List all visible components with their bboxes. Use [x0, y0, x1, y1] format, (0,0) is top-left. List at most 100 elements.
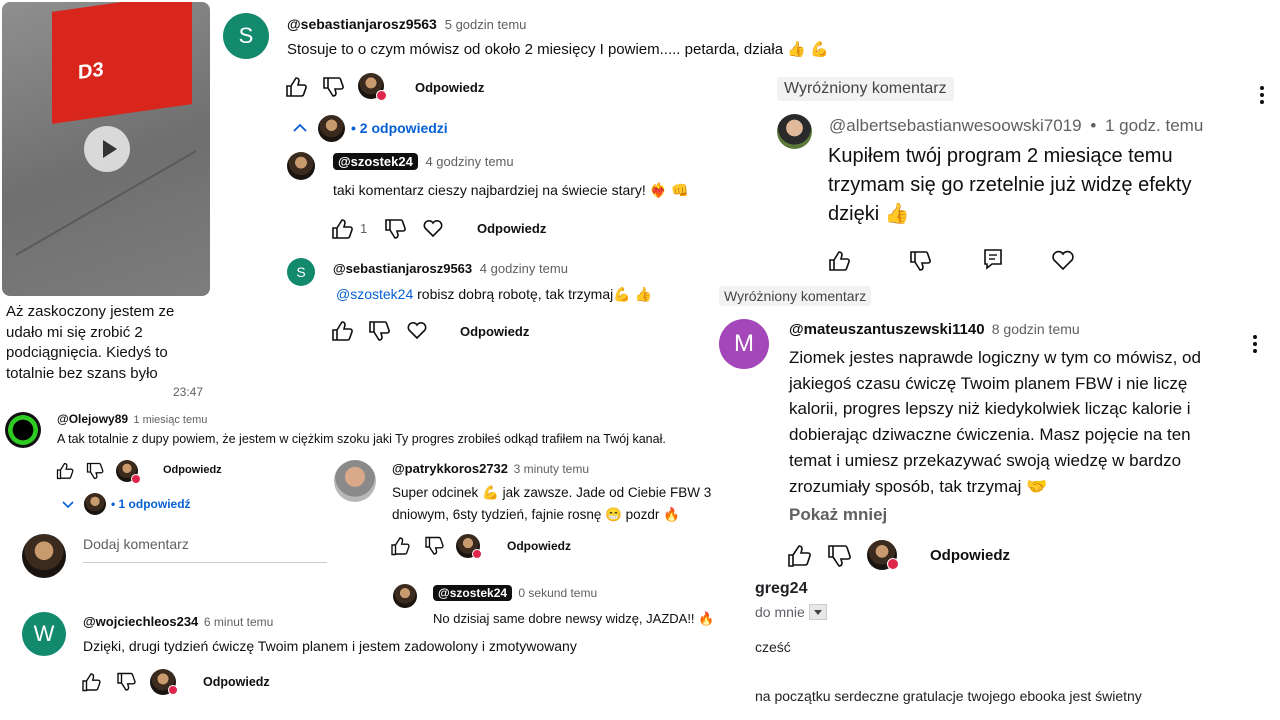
- avatar-patryk[interactable]: [334, 460, 376, 502]
- pinned-header: @albertsebastianwesoowski7019 • 1 godz. …: [829, 116, 1204, 135]
- email-sender[interactable]: greg24: [755, 580, 807, 598]
- comment-time: 1 miesiąc temu: [133, 414, 208, 426]
- reply-button[interactable]: Odpowiedz: [163, 464, 222, 476]
- like-icon[interactable]: [331, 218, 355, 240]
- video-time: 23:47: [173, 385, 204, 399]
- comment-username[interactable]: @wojciechleos234: [83, 614, 198, 629]
- more-vert-icon[interactable]: [1258, 84, 1266, 106]
- reply-username[interactable]: @sebastianjarosz9563: [333, 261, 472, 276]
- play-icon: [103, 140, 117, 158]
- current-user-avatar: [22, 534, 66, 578]
- reply-time: 0 sekund temu: [518, 586, 598, 600]
- creator-badge[interactable]: @szostek24: [433, 585, 513, 601]
- like-icon[interactable]: [285, 76, 309, 98]
- comment-text: Dzięki, drugi tydzień ćwiczę Twoim plane…: [83, 638, 577, 654]
- comment-username[interactable]: @sebastianjarosz9563: [287, 16, 437, 32]
- pinned-username[interactable]: @mateuszantuszewski1140: [789, 321, 985, 338]
- avatar-olejowy[interactable]: [5, 412, 41, 448]
- comment-header: @wojciechleos234 6 minut temu: [83, 614, 273, 629]
- dropdown-arrow-icon[interactable]: [808, 604, 827, 620]
- red-plyo-box: D3: [52, 2, 192, 124]
- comment-header: @patrykkoros2732 3 minuty temu: [392, 461, 589, 476]
- reply-avatar[interactable]: [393, 584, 417, 608]
- video-caption: Aż zaskoczony jestem ze udało mi się zro…: [6, 303, 175, 382]
- dislike-icon[interactable]: [322, 76, 346, 98]
- dislike-icon[interactable]: [116, 672, 138, 692]
- more-vert-icon[interactable]: [1251, 333, 1259, 355]
- dislike-icon[interactable]: [384, 218, 408, 240]
- pinned-header: @mateuszantuszewski1140 8 godzin temu: [789, 321, 1080, 338]
- like-count: 1: [360, 221, 368, 236]
- reply-button[interactable]: Odpowiedz: [477, 221, 546, 236]
- reply-button[interactable]: Odpowiedz: [203, 675, 270, 689]
- comment-username[interactable]: @Olejowy89: [57, 412, 128, 426]
- dislike-icon[interactable]: [368, 320, 392, 342]
- reply-button[interactable]: Odpowiedz: [415, 80, 484, 95]
- replies-toggle[interactable]: • 1 odpowiedź: [60, 492, 191, 516]
- reply-header: @szostek24 4 godziny temu: [333, 153, 514, 170]
- like-icon[interactable]: [390, 536, 412, 556]
- dislike-icon[interactable]: [827, 544, 853, 568]
- comment-time: 6 minut temu: [203, 615, 274, 629]
- replies-count: • 1 odpowiedź: [111, 497, 191, 511]
- dislike-icon[interactable]: [909, 250, 933, 272]
- heart-outline-icon[interactable]: [422, 217, 444, 239]
- like-icon[interactable]: [828, 250, 852, 272]
- comment-text: A tak totalnie z dupy powiem, że jestem …: [57, 432, 666, 446]
- reply-time: 4 godziny temu: [479, 261, 568, 276]
- comment-header: @Olejowy89 1 miesiąc temu: [57, 412, 207, 426]
- reply-button[interactable]: Odpowiedz: [930, 547, 1010, 564]
- add-comment-input[interactable]: Dodaj komentarz: [83, 536, 327, 563]
- chevron-up-icon: [293, 123, 307, 132]
- reply-text: taki komentarz cieszy najbardziej na świ…: [333, 182, 689, 198]
- pinned-time: 8 godzin temu: [991, 321, 1080, 337]
- avatar-s[interactable]: S: [223, 13, 269, 59]
- replies-toggle[interactable]: • 2 odpowiedzi: [290, 114, 448, 142]
- avatar-w[interactable]: W: [22, 612, 66, 656]
- reply-header: @szostek24 0 sekund temu: [433, 585, 598, 601]
- comment-header: @sebastianjarosz9563 5 godzin temu: [287, 16, 526, 32]
- dislike-icon[interactable]: [86, 462, 106, 480]
- box-label: D3: [78, 58, 104, 85]
- comment-time: 3 minuty temu: [513, 462, 590, 476]
- comment-text: Super odcinek 💪 jak zawsze. Jade od Cieb…: [392, 485, 712, 522]
- reply-button[interactable]: Odpowiedz: [507, 539, 571, 553]
- video-thumbnail[interactable]: D3: [2, 2, 210, 296]
- email-line: na początku serdeczne gratulacje twojego…: [755, 688, 1142, 704]
- comment-text: Stosuje to o czym mówisz od około 2 mies…: [287, 41, 829, 58]
- show-less-button[interactable]: Pokaż mniej: [789, 505, 887, 525]
- comment-username[interactable]: @patrykkoros2732: [392, 461, 508, 476]
- dislike-icon[interactable]: [424, 536, 446, 556]
- email-recipient[interactable]: do mnie: [755, 604, 827, 620]
- like-icon[interactable]: [81, 672, 103, 692]
- replies-count: • 2 odpowiedzi: [351, 120, 448, 136]
- heart-outline-icon[interactable]: [406, 319, 428, 341]
- comment-time: 5 godzin temu: [444, 17, 527, 32]
- pinned-text: Ziomek jestes naprawde logiczny w tym co…: [789, 348, 1201, 496]
- mention-link[interactable]: @szostek24: [336, 286, 413, 302]
- chevron-down-icon: [62, 501, 74, 509]
- heart-icon: [887, 558, 899, 570]
- comment-reply-icon[interactable]: [983, 248, 1003, 270]
- like-icon[interactable]: [787, 544, 813, 568]
- avatar-m[interactable]: M: [719, 319, 769, 369]
- avatar-albert[interactable]: [777, 114, 812, 149]
- pinned-badge: Wyróżniony komentarz: [719, 286, 872, 306]
- pinned-badge: Wyróżniony komentarz: [777, 77, 954, 101]
- like-icon[interactable]: [56, 462, 76, 480]
- replies-avatar: [84, 493, 106, 515]
- play-button[interactable]: [84, 126, 130, 172]
- pinned-username[interactable]: @albertsebastianwesoowski7019: [829, 116, 1082, 135]
- pinned-time: 1 godz. temu: [1105, 116, 1204, 135]
- reply-avatar[interactable]: [287, 152, 315, 180]
- creator-badge[interactable]: @szostek24: [333, 153, 418, 170]
- heart-outline-icon[interactable]: [1051, 248, 1075, 272]
- pinned-text: Kupiłem twój program 2 miesiące temu trz…: [828, 145, 1192, 225]
- email-line: cześć: [755, 639, 791, 655]
- like-icon[interactable]: [331, 320, 355, 342]
- reply-text: No dzisiaj same dobre newsy widzę, JAZDA…: [433, 611, 715, 626]
- reply-button[interactable]: Odpowiedz: [460, 324, 529, 339]
- reply-header: @sebastianjarosz9563 4 godziny temu: [333, 261, 568, 276]
- heart-icon: [168, 685, 178, 695]
- avatar-s-small[interactable]: S: [287, 258, 315, 286]
